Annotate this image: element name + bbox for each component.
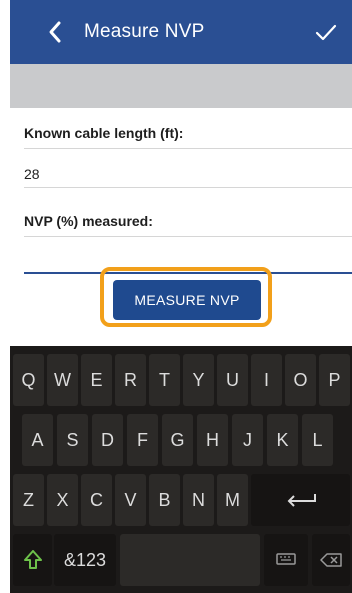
measure-nvp-button[interactable]: MEASURE NVP — [113, 280, 261, 320]
key-b[interactable]: B — [149, 474, 180, 526]
app-bar: Measure NVP — [10, 0, 352, 64]
key-t[interactable]: T — [149, 354, 180, 406]
key-a[interactable]: A — [22, 414, 53, 466]
key-r[interactable]: R — [115, 354, 146, 406]
key-f[interactable]: F — [127, 414, 158, 466]
chevron-left-icon[interactable] — [46, 20, 64, 44]
divider — [24, 148, 352, 149]
app-frame: Measure NVP Known cable length (ft): 28 … — [10, 0, 352, 593]
key-e[interactable]: E — [81, 354, 112, 406]
backspace-icon — [320, 553, 342, 567]
checkmark-icon[interactable] — [314, 20, 338, 44]
key-g[interactable]: G — [162, 414, 193, 466]
key-n[interactable]: N — [183, 474, 214, 526]
key-m[interactable]: M — [217, 474, 248, 526]
nvp-label: NVP (%) measured: — [24, 213, 153, 229]
key-x[interactable]: X — [47, 474, 78, 526]
known-length-field[interactable]: 28 — [24, 166, 40, 182]
enter-arrow-icon — [287, 494, 316, 507]
key-p[interactable]: P — [319, 354, 350, 406]
key-w[interactable]: W — [47, 354, 78, 406]
page-title: Measure NVP — [84, 21, 205, 42]
key-d[interactable]: D — [92, 414, 123, 466]
on-screen-keyboard: Q W E R T Y U I O P A S D F G H J K L Z … — [10, 346, 352, 593]
key-v[interactable]: V — [115, 474, 146, 526]
key-u[interactable]: U — [217, 354, 248, 406]
key-c[interactable]: C — [81, 474, 112, 526]
key-s[interactable]: S — [57, 414, 88, 466]
shift-arrow-icon — [23, 550, 42, 569]
key-k[interactable]: K — [267, 414, 298, 466]
space-key[interactable] — [120, 534, 260, 586]
divider — [24, 187, 352, 188]
key-z[interactable]: Z — [13, 474, 44, 526]
header-band — [10, 64, 352, 108]
backspace-key[interactable] — [312, 534, 350, 586]
symbols-key[interactable]: &123 — [54, 534, 116, 586]
known-length-label: Known cable length (ft): — [24, 125, 184, 141]
key-y[interactable]: Y — [183, 354, 214, 406]
key-h[interactable]: H — [197, 414, 228, 466]
hide-keyboard-key[interactable] — [264, 534, 308, 586]
shift-key[interactable] — [13, 534, 52, 586]
enter-key[interactable] — [251, 474, 350, 526]
key-i[interactable]: I — [251, 354, 282, 406]
key-j[interactable]: J — [232, 414, 263, 466]
key-l[interactable]: L — [302, 414, 333, 466]
key-q[interactable]: Q — [13, 354, 44, 406]
keyboard-icon — [276, 553, 296, 565]
key-o[interactable]: O — [285, 354, 316, 406]
divider — [24, 236, 352, 237]
